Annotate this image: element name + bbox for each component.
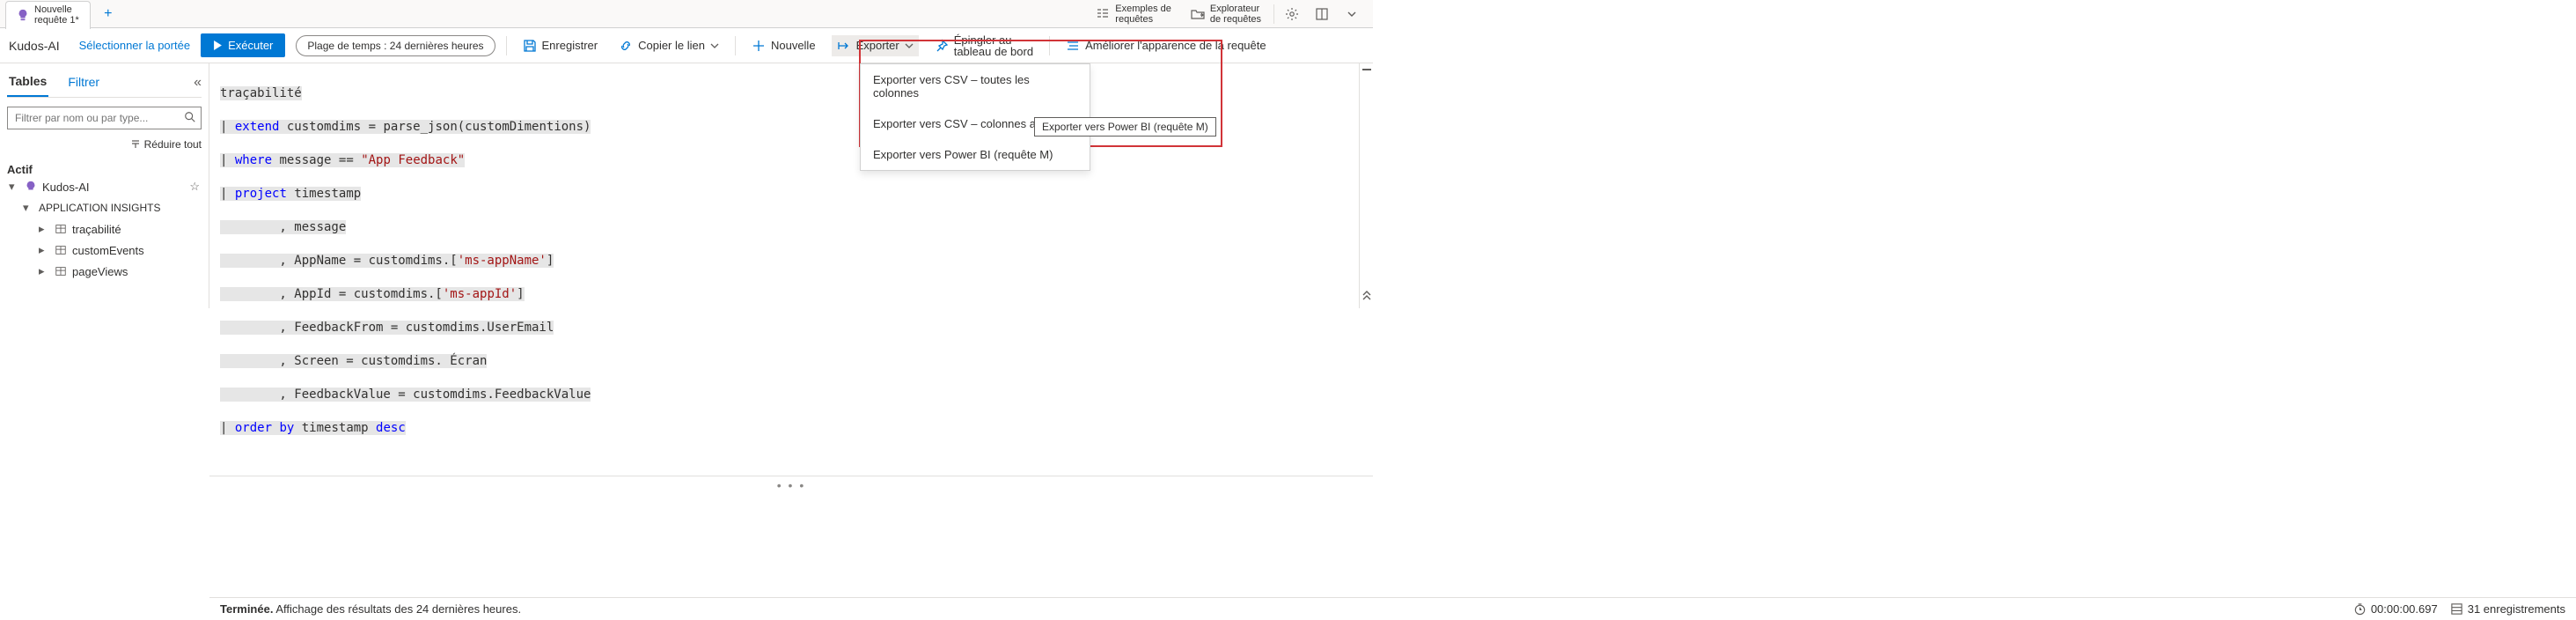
- export-csv-all[interactable]: Exporter vers CSV – toutes les colonnes: [861, 64, 1090, 108]
- expand-up-button[interactable]: [1361, 289, 1372, 301]
- format-query-button[interactable]: Améliorer l'apparence de la requête: [1060, 35, 1272, 56]
- panels-button[interactable]: [1310, 2, 1334, 26]
- scope-name: Kudos-AI: [9, 39, 69, 53]
- table-icon: [55, 265, 67, 277]
- lightbulb-icon: [25, 181, 37, 193]
- tree-group-appinsights[interactable]: ▾ APPLICATION INSIGHTS: [7, 197, 202, 218]
- copy-link-button[interactable]: Copier le lien: [613, 35, 724, 56]
- star-icon[interactable]: ☆: [189, 180, 200, 194]
- chevron-down-icon: [905, 41, 914, 50]
- toolbar: Kudos-AI Sélectionner la portée Exécuter…: [0, 28, 1373, 63]
- export-icon: [837, 39, 851, 53]
- filter-input[interactable]: [7, 107, 202, 129]
- query-tab[interactable]: Nouvelle requête 1*: [5, 1, 91, 29]
- tab-filter[interactable]: Filtrer: [66, 70, 101, 96]
- collapse-panel-button[interactable]: «: [194, 75, 202, 91]
- plus-icon: [752, 39, 766, 53]
- run-button[interactable]: Exécuter: [201, 33, 285, 57]
- chevron-down-button[interactable]: [1339, 2, 1364, 26]
- chevron-down-icon: [1347, 9, 1357, 19]
- add-tab-button[interactable]: +: [96, 2, 121, 26]
- minimap-gutter: [1359, 63, 1373, 308]
- table-icon: [55, 244, 67, 256]
- left-panel: Tables Filtrer « Réduire tout Actif ▾ Ku…: [0, 63, 209, 308]
- section-active: Actif: [7, 163, 202, 176]
- tree-table-pageviews[interactable]: ▸ pageViews: [7, 261, 202, 282]
- editor-area: traçabilité | extend customdims = parse_…: [209, 63, 1373, 308]
- book-icon: [1315, 7, 1329, 21]
- settings-button[interactable]: [1280, 2, 1304, 26]
- status-records: 31 enregistrements: [2450, 602, 2565, 616]
- tooltip: Exporter vers Power BI (requête M): [1034, 117, 1216, 137]
- table-icon: [55, 223, 67, 235]
- save-button[interactable]: Enregistrer: [517, 35, 604, 56]
- new-button[interactable]: Nouvelle: [746, 35, 821, 56]
- collapse-all-button[interactable]: Réduire tout: [7, 138, 202, 151]
- clock-icon: [2353, 602, 2367, 616]
- search-icon: [184, 111, 196, 123]
- tree-table-tracabilite[interactable]: ▸ traçabilité: [7, 218, 202, 240]
- query-examples-button[interactable]: Exemples derequêtes: [1089, 0, 1178, 28]
- chevron-double-up-icon: [1361, 289, 1372, 301]
- list-icon: [1096, 7, 1110, 21]
- query-explorer-button[interactable]: Explorateurde requêtes: [1184, 0, 1268, 28]
- tree-table-customevents[interactable]: ▸ customEvents: [7, 240, 202, 261]
- select-scope-link[interactable]: Sélectionner la portée: [79, 39, 190, 52]
- time-range-pill[interactable]: Plage de temps : 24 dernières heures: [296, 35, 495, 56]
- tab-bar: Nouvelle requête 1* + Exemples derequête…: [0, 0, 1373, 28]
- gear-icon: [1285, 7, 1299, 21]
- export-powerbi[interactable]: Exporter vers Power BI (requête M): [861, 139, 1090, 170]
- status-text: Terminée. Affichage des résultats des 24…: [220, 602, 521, 616]
- pin-button[interactable]: Épingler autableau de bord: [929, 31, 1038, 61]
- records-icon: [2450, 602, 2463, 616]
- format-icon: [1066, 39, 1080, 53]
- pin-icon: [935, 39, 949, 53]
- play-icon: [213, 41, 223, 50]
- collapse-icon: [130, 139, 141, 150]
- status-bar: Terminée. Affichage des résultats des 24…: [209, 597, 2576, 620]
- tree-root[interactable]: ▾ Kudos-AI ☆: [7, 176, 202, 197]
- link-icon: [619, 39, 633, 53]
- minimap-mark: [1362, 69, 1371, 70]
- resize-handle[interactable]: • • •: [209, 476, 1373, 494]
- folder-arrow-icon: [1191, 7, 1205, 21]
- status-duration: 00:00:00.697: [2353, 602, 2438, 616]
- tab-title: Nouvelle requête 1*: [34, 4, 79, 26]
- lightbulb-icon: [17, 9, 29, 21]
- export-button[interactable]: Exporter: [832, 35, 919, 56]
- chevron-down-icon: [710, 41, 719, 50]
- tab-tables[interactable]: Tables: [7, 69, 48, 97]
- save-icon: [523, 39, 537, 53]
